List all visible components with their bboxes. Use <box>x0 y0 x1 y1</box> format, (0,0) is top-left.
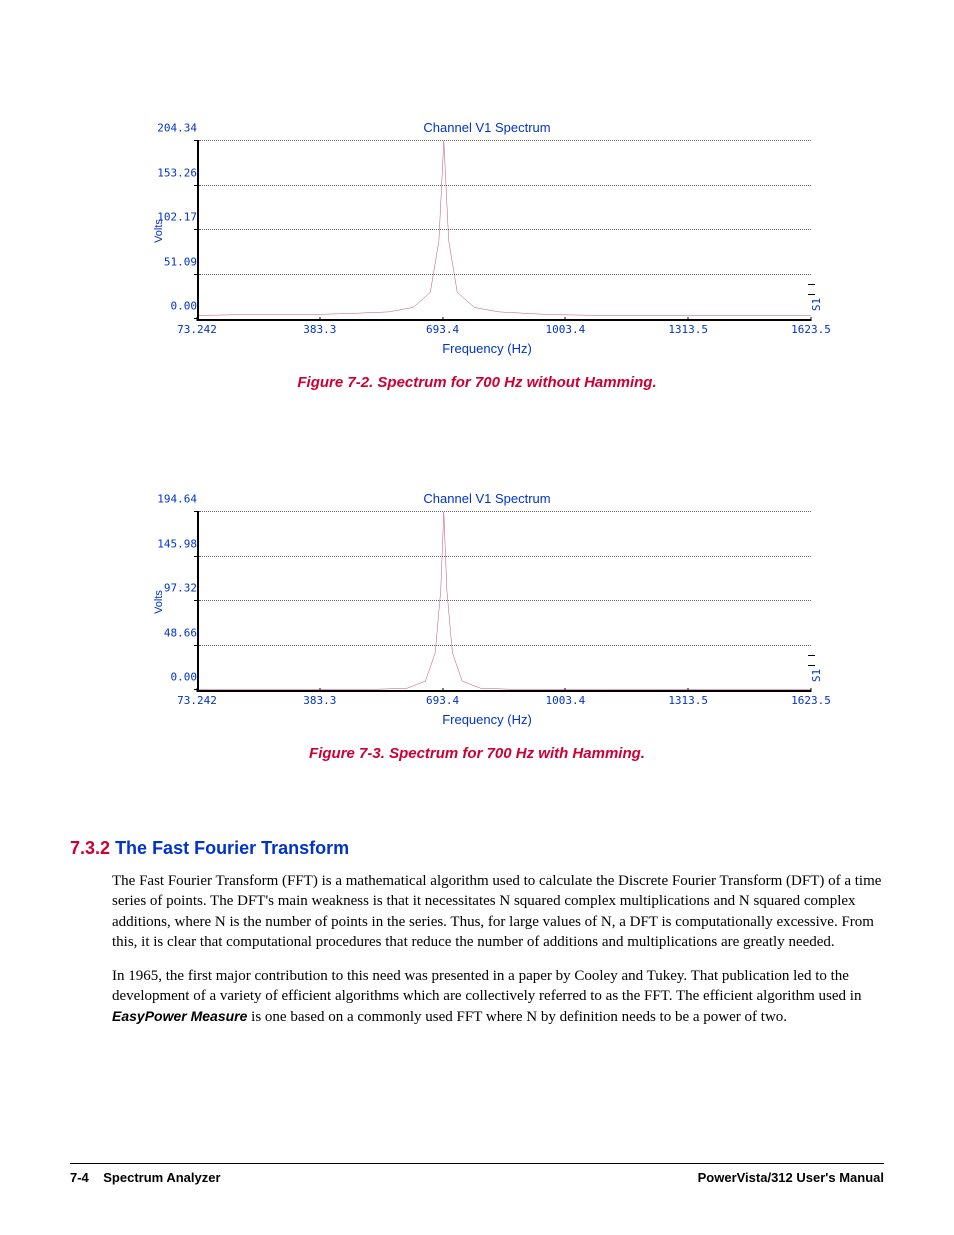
x-axis-label: Frequency (Hz) <box>157 341 817 356</box>
section-heading: 7.3.2 The Fast Fourier Transform <box>70 838 884 859</box>
x-tick: 693.4 <box>426 323 459 336</box>
x-tick: 1623.5 <box>791 694 831 707</box>
chart-plot: Volts 0.00 51.09 102.17 153.26 204.34 S1 <box>197 141 811 321</box>
figure-caption: Figure 7-2. Spectrum for 700 Hz without … <box>70 374 884 391</box>
figure-7-3: Channel V1 Spectrum Volts 0.00 48.66 97.… <box>137 491 817 727</box>
text-run: In 1965, the first major contribution to… <box>112 968 861 1004</box>
y-tick: 0.00 <box>153 300 197 313</box>
page-number: 7-4 <box>70 1170 89 1185</box>
x-tick: 1313.5 <box>668 694 708 707</box>
x-tick: 73.242 <box>177 694 217 707</box>
spectrum-curve <box>199 141 811 319</box>
section-number: 7.3.2 <box>70 838 110 858</box>
chart-title: Channel V1 Spectrum <box>157 491 817 506</box>
footer-right: PowerVista/312 User's Manual <box>698 1170 884 1185</box>
y-tick: 51.09 <box>153 255 197 268</box>
y-tick: 145.98 <box>153 537 197 550</box>
page-footer: 7-4 Spectrum Analyzer PowerVista/312 Use… <box>70 1163 884 1185</box>
body-paragraph: In 1965, the first major contribution to… <box>112 966 884 1027</box>
chart-title: Channel V1 Spectrum <box>157 120 817 135</box>
spectrum-curve <box>199 512 811 690</box>
body-paragraph: The Fast Fourier Transform (FFT) is a ma… <box>112 871 884 952</box>
x-tick: 1003.4 <box>546 694 586 707</box>
x-tick: 693.4 <box>426 694 459 707</box>
y-tick: 0.00 <box>153 671 197 684</box>
x-tick: 73.242 <box>177 323 217 336</box>
chapter-title: Spectrum Analyzer <box>103 1170 220 1185</box>
x-tick: 383.3 <box>303 323 336 336</box>
plot-area: 0.00 51.09 102.17 153.26 204.34 S1 <box>197 141 811 321</box>
text-run: is one based on a commonly used FFT wher… <box>247 1009 787 1025</box>
x-tick: 1623.5 <box>791 323 831 336</box>
y-tick: 48.66 <box>153 626 197 639</box>
x-tick: 383.3 <box>303 694 336 707</box>
y-tick: 194.64 <box>153 493 197 506</box>
figure-caption: Figure 7-3. Spectrum for 700 Hz with Ham… <box>70 745 884 762</box>
software-name: EasyPower Measure <box>112 1008 247 1024</box>
y-tick: 97.32 <box>153 582 197 595</box>
footer-left: 7-4 Spectrum Analyzer <box>70 1170 221 1185</box>
section-title: The Fast Fourier Transform <box>115 838 349 858</box>
x-axis-label: Frequency (Hz) <box>157 712 817 727</box>
legend-s1: S1 <box>810 298 823 311</box>
y-tick: 204.34 <box>153 122 197 135</box>
legend-s1: S1 <box>810 669 823 682</box>
x-ticks: 73.242 383.3 693.4 1003.4 1313.5 1623.5 <box>197 321 811 337</box>
figure-7-2: Channel V1 Spectrum Volts 0.00 51.09 102… <box>137 120 817 356</box>
plot-area: 0.00 48.66 97.32 145.98 194.64 S1 <box>197 512 811 692</box>
x-tick: 1313.5 <box>668 323 708 336</box>
chart-plot: Volts 0.00 48.66 97.32 145.98 194.64 S1 <box>197 512 811 692</box>
x-ticks: 73.242 383.3 693.4 1003.4 1313.5 1623.5 <box>197 692 811 708</box>
x-tick: 1003.4 <box>546 323 586 336</box>
y-tick: 102.17 <box>153 211 197 224</box>
y-tick: 153.26 <box>153 166 197 179</box>
